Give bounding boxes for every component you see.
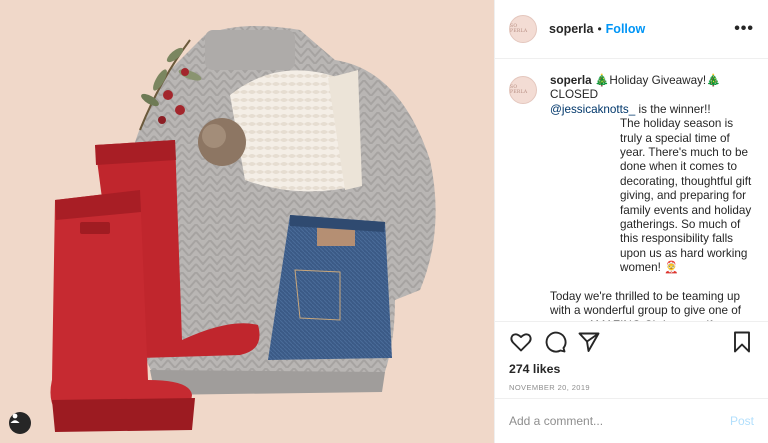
caption-text: soperla 🎄Holiday Giveaway!🎄 CLOSED @jess…: [550, 74, 754, 321]
caption-avatar[interactable]: SO PERLA: [509, 76, 537, 104]
avatar-logo-text: SO PERLA: [510, 85, 528, 95]
caption-paragraph-2: Today we're thrilled to be teaming up wi…: [550, 289, 742, 321]
comment-input[interactable]: [509, 414, 730, 428]
comment-bar: Post: [495, 398, 768, 443]
bookmark-icon[interactable]: [730, 330, 754, 354]
username-link[interactable]: soperla: [549, 22, 593, 36]
follow-button[interactable]: Follow: [606, 22, 646, 36]
post-actions-section: 274 likes NOVEMBER 20, 2019: [495, 321, 768, 398]
caption-username[interactable]: soperla: [550, 74, 592, 87]
post-header: SO PERLA soperla • Follow •••: [495, 0, 768, 59]
post-dialog: SO PERLA soperla • Follow ••• SO PERLA s…: [0, 0, 768, 443]
likes-count[interactable]: 274 likes: [509, 362, 754, 376]
post-comment-button[interactable]: Post: [730, 414, 754, 428]
mention-link[interactable]: @jessicaknotts_: [550, 103, 635, 116]
separator-dot: •: [597, 22, 602, 36]
paper-plane-icon[interactable]: [577, 330, 601, 354]
caption-paragraph-1: The holiday season is truly a special ti…: [620, 117, 752, 275]
comment-icon[interactable]: [543, 330, 567, 354]
post-side-panel: SO PERLA soperla • Follow ••• SO PERLA s…: [494, 0, 768, 443]
caption-line-2: CLOSED: [550, 88, 599, 102]
caption-line-1: 🎄Holiday Giveaway!🎄: [594, 74, 721, 87]
action-bar: [509, 322, 754, 362]
post-date[interactable]: NOVEMBER 20, 2019: [509, 383, 754, 392]
avatar[interactable]: SO PERLA: [509, 15, 537, 43]
more-options-icon[interactable]: •••: [734, 20, 754, 38]
avatar-logo-text: SO PERLA: [510, 24, 528, 34]
tagged-users-button[interactable]: [9, 412, 31, 434]
user-tag-icon: [10, 413, 20, 423]
heart-icon[interactable]: [509, 330, 533, 354]
photo-illustration: [50, 26, 436, 432]
post-photo[interactable]: [0, 0, 494, 443]
caption: SO PERLA soperla 🎄Holiday Giveaway!🎄 CLO…: [495, 59, 768, 321]
caption-winner-text: is the winner!!: [635, 102, 711, 116]
